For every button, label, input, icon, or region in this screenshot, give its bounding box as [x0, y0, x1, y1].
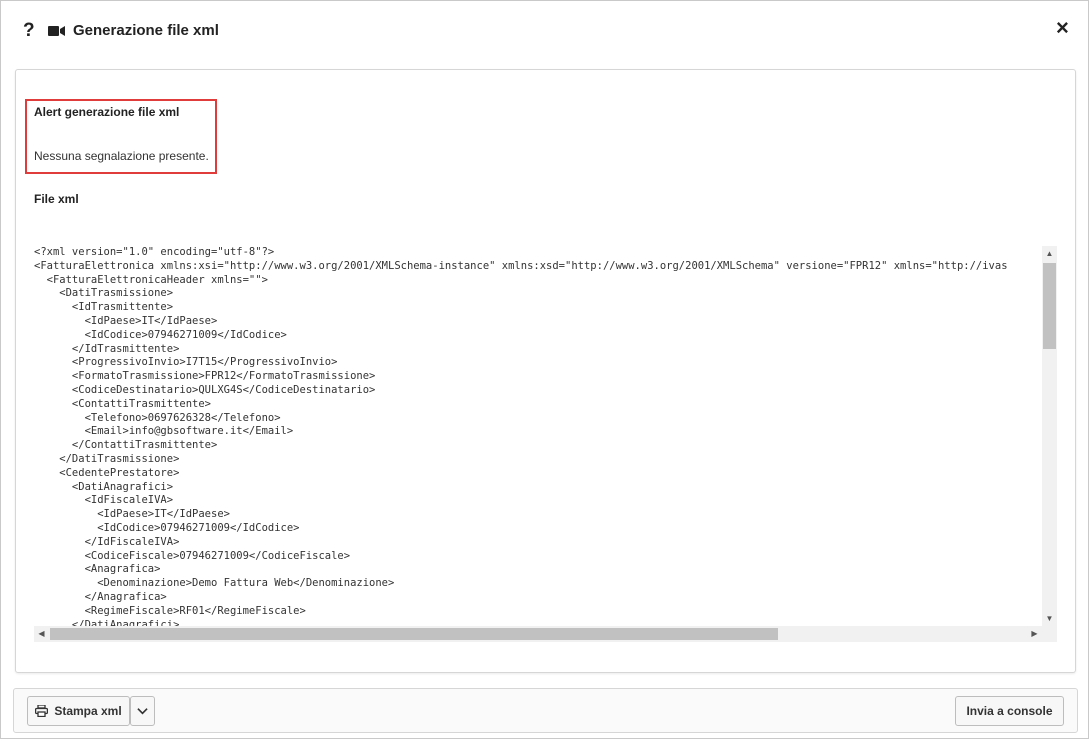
xml-content[interactable]: <?xml version="1.0" encoding="utf-8"?> <F… [34, 246, 1040, 626]
xml-line: </IdFiscaleIVA> [34, 535, 180, 548]
scroll-left-icon[interactable]: ◀ [34, 626, 49, 642]
xml-line: <IdPaese>IT</IdPaese> [34, 314, 218, 327]
xml-line: <FatturaElettronica xmlns:xsi="http://ww… [34, 259, 1008, 272]
xml-line: </DatiTrasmissione> [34, 452, 180, 465]
scroll-right-icon[interactable]: ▶ [1027, 626, 1042, 642]
dialog-title: Generazione file xml [73, 22, 219, 39]
xml-line: </IdTrasmittente> [34, 342, 180, 355]
print-options-dropdown[interactable] [130, 696, 155, 726]
xml-line: <IdTrasmittente> [34, 301, 174, 314]
xml-viewer[interactable]: <?xml version="1.0" encoding="utf-8"?> <F… [34, 246, 1057, 642]
vertical-scrollbar[interactable]: ▲ ▼ [1042, 246, 1057, 626]
xml-line: </ContattiTrasmittente> [34, 439, 218, 452]
xml-line: <FatturaElettronicaHeader xmlns=""> [34, 273, 268, 286]
video-camera-icon[interactable] [48, 25, 66, 37]
xml-line: <ContattiTrasmittente> [34, 397, 212, 410]
xml-line: <IdFiscaleIVA> [34, 494, 174, 507]
alert-title: Alert generazione file xml [34, 105, 180, 119]
xml-line: <CodiceDestinatario>QULXG4S</CodiceDesti… [34, 383, 376, 396]
scrollbar-corner [1042, 626, 1057, 642]
xml-line: </DatiAnagrafici> [34, 618, 180, 626]
xml-line: </Anagrafica> [34, 590, 167, 603]
xml-line: <Denominazione>Demo Fattura Web</Denomin… [34, 577, 395, 590]
horizontal-scroll-thumb[interactable] [50, 628, 778, 640]
help-icon[interactable]: ? [23, 20, 35, 42]
xml-line: <IdCodice>07946271009</IdCodice> [34, 521, 300, 534]
send-to-console-label: Invia a console [966, 704, 1053, 718]
vertical-scroll-thumb[interactable] [1043, 263, 1056, 349]
print-xml-label: Stampa xml [54, 704, 122, 718]
send-to-console-button[interactable]: Invia a console [955, 696, 1064, 726]
xml-line: <IdCodice>07946271009</IdCodice> [34, 328, 287, 341]
printer-icon [35, 705, 49, 717]
xml-line: <Anagrafica> [34, 563, 161, 576]
chevron-down-icon [137, 708, 148, 715]
xml-line: <?xml version="1.0" encoding="utf-8"?> [34, 246, 275, 258]
dialog-header: ? Generazione file xml × [1, 1, 1088, 63]
xml-line: <ProgressivoInvio>I7T15</ProgressivoInvi… [34, 356, 338, 369]
xml-line: <FormatoTrasmissione>FPR12</FormatoTrasm… [34, 370, 376, 383]
scroll-down-icon[interactable]: ▼ [1042, 611, 1057, 626]
close-icon[interactable]: × [1056, 17, 1069, 39]
xml-line: <RegimeFiscale>RF01</RegimeFiscale> [34, 604, 306, 617]
xml-line: <CodiceFiscale>07946271009</CodiceFiscal… [34, 549, 351, 562]
file-xml-label: File xml [34, 192, 79, 206]
alert-message: Nessuna segnalazione presente. [34, 149, 209, 163]
xml-line: <DatiAnagrafici> [34, 480, 174, 493]
xml-line: <Telefono>0697626328</Telefono> [34, 411, 281, 424]
dialog-footer [13, 688, 1078, 733]
dialog: ? Generazione file xml × Alert generazio… [0, 0, 1089, 739]
horizontal-scrollbar[interactable]: ◀ ▶ [34, 626, 1042, 642]
xml-line: <IdPaese>IT</IdPaese> [34, 508, 230, 521]
scroll-up-icon[interactable]: ▲ [1042, 246, 1057, 261]
xml-line: <Email>info@gbsoftware.it</Email> [34, 425, 294, 438]
xml-line: <CedentePrestatore> [34, 466, 180, 479]
xml-line: <DatiTrasmissione> [34, 287, 174, 300]
print-xml-button[interactable]: Stampa xml [27, 696, 130, 726]
